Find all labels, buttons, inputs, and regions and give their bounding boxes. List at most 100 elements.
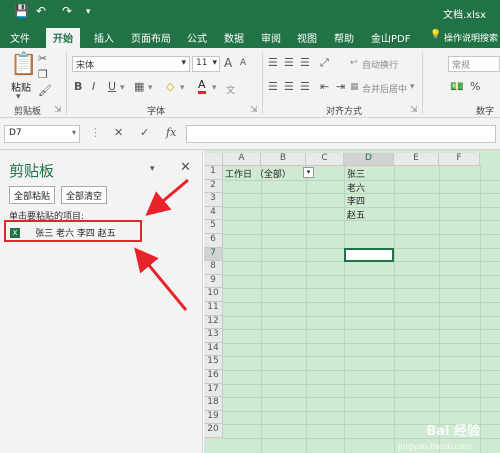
- phonetic-icon[interactable]: 文: [226, 83, 235, 96]
- paste-button[interactable]: 粘贴: [11, 79, 31, 94]
- borders-dropdown-icon[interactable]: ▾: [148, 83, 153, 93]
- row-header-10[interactable]: 10: [204, 288, 223, 302]
- close-icon[interactable]: ✕: [180, 160, 191, 175]
- fill-color-dropdown-icon[interactable]: ▾: [180, 83, 185, 93]
- copy-icon[interactable]: ❐: [38, 68, 48, 81]
- row-header-4[interactable]: 4: [204, 206, 223, 221]
- bottom-align-icon[interactable]: ☰: [300, 56, 310, 69]
- merge-center-icon: ▦: [350, 82, 359, 92]
- filter-cell[interactable]: 工作日 （全部）: [225, 167, 291, 180]
- merge-center-button[interactable]: 合并后居中: [362, 82, 407, 95]
- borders-icon[interactable]: ▦: [134, 80, 144, 93]
- column-header-f[interactable]: F: [439, 153, 480, 166]
- tab-data[interactable]: 数据: [224, 30, 244, 45]
- font-name-select[interactable]: 宋体 ▾: [72, 56, 190, 72]
- column-header-a[interactable]: A: [223, 153, 261, 166]
- save-icon[interactable]: 💾: [14, 4, 29, 18]
- column-header-d[interactable]: D: [344, 153, 394, 166]
- name-box[interactable]: D7 ▾: [4, 125, 80, 143]
- column-header-b[interactable]: B: [261, 153, 306, 166]
- orientation-icon[interactable]: ⤢: [320, 56, 329, 70]
- tab-formulas[interactable]: 公式: [187, 30, 207, 45]
- font-color-icon[interactable]: A: [198, 79, 206, 94]
- wrap-text-button[interactable]: 自动换行: [362, 58, 398, 71]
- selected-cell[interactable]: [344, 247, 394, 263]
- cancel-icon[interactable]: ✕: [114, 126, 123, 139]
- row-header-7[interactable]: 7: [204, 247, 223, 262]
- row-header-1[interactable]: 1: [204, 166, 223, 180]
- clipboard-item[interactable]: X 张三 老六 李四 赵五: [4, 220, 142, 242]
- tab-review[interactable]: 审阅: [261, 30, 281, 45]
- align-center-icon[interactable]: ☰: [284, 80, 294, 93]
- pane-options-icon[interactable]: ▾: [150, 164, 155, 174]
- paste-icon[interactable]: 📋: [10, 52, 37, 77]
- tab-home[interactable]: 开始: [46, 28, 80, 48]
- percent-icon[interactable]: %: [470, 80, 480, 93]
- align-right-icon[interactable]: ☰: [300, 80, 310, 93]
- filter-dropdown-icon[interactable]: ▾: [303, 167, 314, 178]
- cell-d3[interactable]: 李四: [347, 194, 365, 207]
- font-size-select[interactable]: 11 ▾: [192, 56, 220, 72]
- tab-file[interactable]: 文件: [10, 30, 30, 45]
- underline-button[interactable]: U: [108, 80, 116, 93]
- column-header-c[interactable]: C: [306, 153, 344, 166]
- tell-me-search[interactable]: 操作说明搜索: [444, 31, 498, 44]
- row-header-20[interactable]: 20: [204, 424, 223, 438]
- paste-dropdown-icon[interactable]: ▾: [16, 92, 21, 102]
- tab-view[interactable]: 视图: [297, 30, 317, 45]
- row-header-3[interactable]: 3: [204, 193, 223, 207]
- fill-color-icon[interactable]: ◇: [166, 80, 174, 93]
- select-all-corner[interactable]: [204, 153, 223, 166]
- row-header-11[interactable]: 11: [204, 302, 223, 316]
- bold-button[interactable]: B: [74, 80, 82, 93]
- row-header-8[interactable]: 8: [204, 261, 223, 275]
- font-launcher-icon[interactable]: ⇲: [250, 105, 258, 115]
- cell-d2[interactable]: 老六: [347, 181, 365, 194]
- worksheet-grid[interactable]: ABCDEF 1 2 3 4 5 6 7 8 9 10 11 12 13 14 15 16 17 18 19 20 工…: [204, 150, 500, 453]
- tab-kingsoft-pdf[interactable]: 金山PDF: [371, 30, 410, 45]
- shrink-font-icon[interactable]: A: [240, 58, 246, 68]
- clear-all-button[interactable]: 全部清空: [61, 186, 108, 204]
- row-header-16[interactable]: 16: [204, 370, 223, 384]
- row-header-17[interactable]: 17: [204, 383, 223, 398]
- merge-dropdown-icon[interactable]: ▾: [410, 82, 415, 92]
- enter-icon[interactable]: ✓: [140, 126, 149, 139]
- row-header-13[interactable]: 13: [204, 329, 223, 343]
- undo-icon[interactable]: ↶: [36, 4, 46, 18]
- row-header-19[interactable]: 19: [204, 410, 223, 425]
- row-header-6[interactable]: 6: [204, 234, 223, 248]
- middle-align-icon[interactable]: ☰: [284, 56, 294, 69]
- top-align-icon[interactable]: ☰: [268, 56, 278, 69]
- tab-help[interactable]: 帮助: [334, 30, 354, 45]
- row-header-14[interactable]: 14: [204, 342, 223, 357]
- alignment-launcher-icon[interactable]: ⇲: [410, 105, 418, 115]
- font-color-dropdown-icon[interactable]: ▾: [212, 83, 217, 93]
- format-painter-icon[interactable]: 🖌: [38, 84, 52, 97]
- cut-icon[interactable]: ✂: [38, 52, 47, 65]
- row-header-5[interactable]: 5: [204, 220, 223, 234]
- column-header-e[interactable]: E: [394, 153, 439, 166]
- cell-d4[interactable]: 赵五: [347, 208, 365, 221]
- paste-all-button[interactable]: 全部粘贴: [9, 186, 56, 204]
- tab-insert[interactable]: 插入: [94, 30, 114, 45]
- insert-function-icon[interactable]: fx: [166, 126, 176, 139]
- align-left-icon[interactable]: ☰: [268, 80, 278, 93]
- italic-button[interactable]: I: [92, 80, 95, 93]
- row-header-18[interactable]: 18: [204, 397, 223, 411]
- row-header-12[interactable]: 12: [204, 315, 223, 330]
- row-header-15[interactable]: 15: [204, 356, 223, 370]
- redo-icon[interactable]: ↷: [62, 4, 72, 18]
- row-header-2[interactable]: 2: [204, 179, 223, 194]
- tab-page-layout[interactable]: 页面布局: [131, 30, 171, 45]
- increase-indent-icon[interactable]: ⇥: [336, 80, 345, 93]
- number-format-select[interactable]: 常规: [448, 56, 500, 72]
- clipboard-launcher-icon[interactable]: ⇲: [54, 105, 62, 115]
- cell-d1[interactable]: 张三: [347, 167, 365, 180]
- row-header-9[interactable]: 9: [204, 274, 223, 289]
- grow-font-icon[interactable]: A: [224, 56, 232, 70]
- formula-input[interactable]: [186, 125, 496, 143]
- decrease-indent-icon[interactable]: ⇤: [320, 80, 329, 93]
- currency-icon[interactable]: 💵: [450, 80, 464, 93]
- underline-dropdown-icon[interactable]: ▾: [120, 83, 125, 93]
- quick-access-dropdown-icon[interactable]: ▾: [86, 7, 91, 17]
